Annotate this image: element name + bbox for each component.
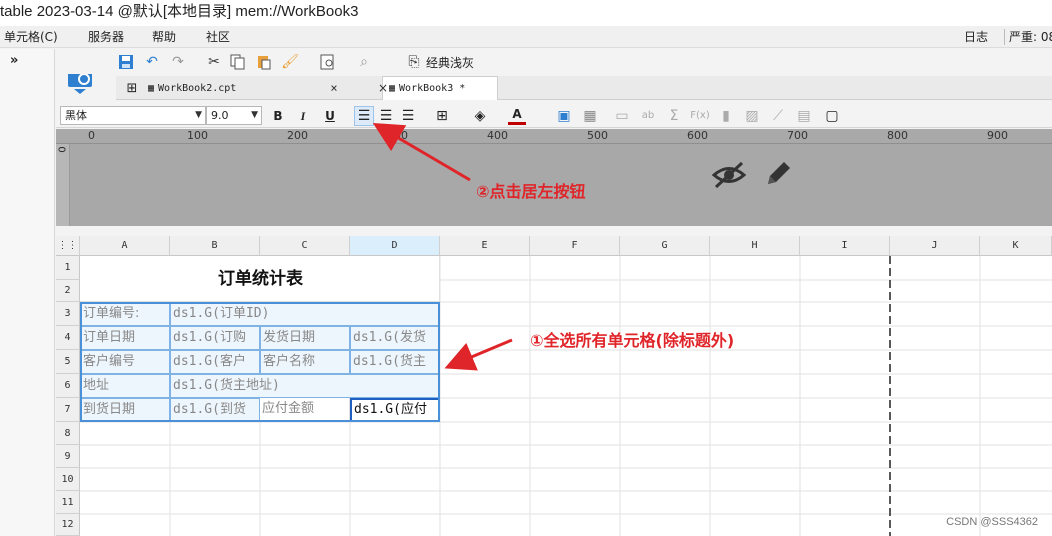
grid-add-icon[interactable]: ⊞: [122, 78, 142, 98]
horizontal-ruler: 0 100 200 300 400 500 600 700 800 900: [56, 129, 1052, 144]
formula-icon: Σ: [669, 108, 679, 124]
insert-icon: ▭: [615, 108, 629, 124]
tab-label: WorkBook2.cpt: [158, 82, 237, 94]
preview-icon[interactable]: [318, 52, 338, 72]
paste-icon[interactable]: [254, 52, 274, 72]
chart-icon: ▮: [722, 108, 730, 124]
column-header[interactable]: C: [260, 236, 350, 256]
font-family-select[interactable]: 黑体 ▼: [60, 106, 206, 125]
slash-icon: ⟋: [773, 108, 783, 124]
text-icon: ab: [641, 110, 655, 121]
column-header[interactable]: I: [800, 236, 890, 256]
vertical-ruler: 0: [56, 144, 70, 226]
sub-report-icon: ▤: [797, 108, 811, 124]
column-header[interactable]: K: [980, 236, 1052, 256]
cell-c4[interactable]: 发货日期: [260, 326, 350, 350]
menu-log[interactable]: 日志: [964, 29, 988, 45]
italic-button[interactable]: I: [294, 107, 312, 125]
function-icon: F(x): [690, 110, 710, 121]
row-header[interactable]: 3: [56, 302, 80, 326]
font-size-select[interactable]: 9.0 ▼: [206, 106, 262, 125]
bold-button[interactable]: B: [269, 107, 287, 125]
row-header[interactable]: 12: [56, 514, 80, 536]
cell-c7[interactable]: 应付金额: [260, 398, 350, 422]
column-header[interactable]: B: [170, 236, 260, 256]
workbook-icon: ▦: [148, 82, 155, 94]
document-tabs: ⊞ ▦ WorkBook2.cpt × ▦ WorkBook3 * ×: [116, 76, 1052, 100]
close-icon[interactable]: ×: [330, 81, 337, 95]
watermark: CSDN @SSS4362: [946, 516, 1038, 528]
row-header[interactable]: 5: [56, 350, 80, 374]
column-header[interactable]: J: [890, 236, 980, 256]
menu-server[interactable]: 服务器: [88, 29, 124, 45]
menu-bar: 单元格(C) 服务器 帮助 社区 日志 严重: 08: [0, 26, 1052, 48]
split-icon[interactable]: ▦: [580, 106, 600, 126]
tab-label: WorkBook3 *: [399, 83, 466, 94]
severe-count[interactable]: 严重: 08: [1004, 29, 1052, 45]
image-icon: ▨: [745, 108, 759, 124]
row-header[interactable]: 6: [56, 374, 80, 398]
select-all-corner[interactable]: ⋮⋮: [56, 236, 80, 256]
redo-icon[interactable]: ↷: [168, 52, 188, 72]
undo-icon[interactable]: ↶: [142, 52, 162, 72]
column-header[interactable]: A: [80, 236, 170, 256]
menu-community[interactable]: 社区: [206, 29, 230, 45]
cell-a7[interactable]: 到货日期: [80, 398, 170, 422]
copy-icon[interactable]: [228, 52, 248, 72]
column-header[interactable]: F: [530, 236, 620, 256]
row-header[interactable]: 9: [56, 445, 80, 468]
window-title: table 2023-03-14 @默认[本地目录] mem://WorkBoo…: [0, 0, 1052, 26]
menu-cell[interactable]: 单元格(C): [4, 29, 58, 45]
close-icon[interactable]: ×: [378, 81, 388, 95]
annotation-arrows: [372, 122, 513, 371]
underline-button[interactable]: U: [321, 107, 339, 125]
annotation-step1: ①全选所有单元格(除标题外): [530, 331, 735, 350]
app-window: table 2023-03-14 @默认[本地目录] mem://WorkBoo…: [0, 0, 1052, 536]
cell-a4[interactable]: 订单日期: [80, 326, 170, 350]
format-painter-icon[interactable]: 🖌: [280, 52, 300, 72]
row-header[interactable]: 10: [56, 468, 80, 491]
border-style-icon[interactable]: ▢: [822, 106, 842, 126]
left-panel: »: [0, 49, 55, 536]
cell-b7[interactable]: ds1.G(到货: [170, 398, 260, 422]
cell-a3[interactable]: 订单编号:: [80, 302, 170, 326]
merge-icon[interactable]: ▣: [554, 106, 574, 126]
column-header[interactable]: H: [710, 236, 800, 256]
search-icon[interactable]: ⌕: [354, 52, 374, 72]
classic-style-button[interactable]: 经典浅灰: [426, 54, 474, 71]
row-header[interactable]: 4: [56, 326, 80, 350]
cell-a6[interactable]: 地址: [80, 374, 170, 398]
row-header[interactable]: 1: [56, 256, 80, 280]
column-header[interactable]: G: [620, 236, 710, 256]
cell-c5[interactable]: 客户名称: [260, 350, 350, 374]
cell-a5[interactable]: 客户编号: [80, 350, 170, 374]
collapse-icon[interactable]: »: [10, 53, 18, 68]
cell-b5[interactable]: ds1.G(客户: [170, 350, 260, 374]
main-toolbar: ↶ ↷ ✂ 🖌 ⌕ ⎘ 经典浅灰: [56, 49, 1052, 74]
row-header[interactable]: 2: [56, 280, 80, 302]
row-header[interactable]: 8: [56, 422, 80, 445]
tab-workbook3[interactable]: ▦ WorkBook3 *: [382, 76, 498, 100]
chevron-down-icon: ▼: [195, 110, 202, 120]
row-header[interactable]: 7: [56, 398, 80, 422]
row-header[interactable]: 11: [56, 491, 80, 514]
cut-icon[interactable]: ✂: [204, 52, 224, 72]
menu-help[interactable]: 帮助: [152, 29, 176, 45]
save-icon[interactable]: [116, 52, 136, 72]
workbook-icon: ▦: [389, 83, 396, 94]
annotation-step2: ②点击居左按钮: [476, 182, 586, 201]
pencil-icon[interactable]: [762, 158, 794, 193]
hide-eye-icon[interactable]: [711, 160, 747, 193]
style-icon[interactable]: ⎘: [404, 52, 424, 72]
cell-d7-active[interactable]: ds1.G(应付: [350, 398, 440, 422]
tab-workbook2[interactable]: ▦ WorkBook2.cpt ×: [142, 76, 344, 100]
chevron-down-icon: ▼: [251, 110, 258, 120]
cell-b4[interactable]: ds1.G(订购: [170, 326, 260, 350]
format-toolbar: 黑体 ▼ 9.0 ▼ B I U ☰ ☰ ☰ ⊞ ◈ A ▣ ▦ ▭ ab Σ F(…: [56, 104, 1052, 128]
